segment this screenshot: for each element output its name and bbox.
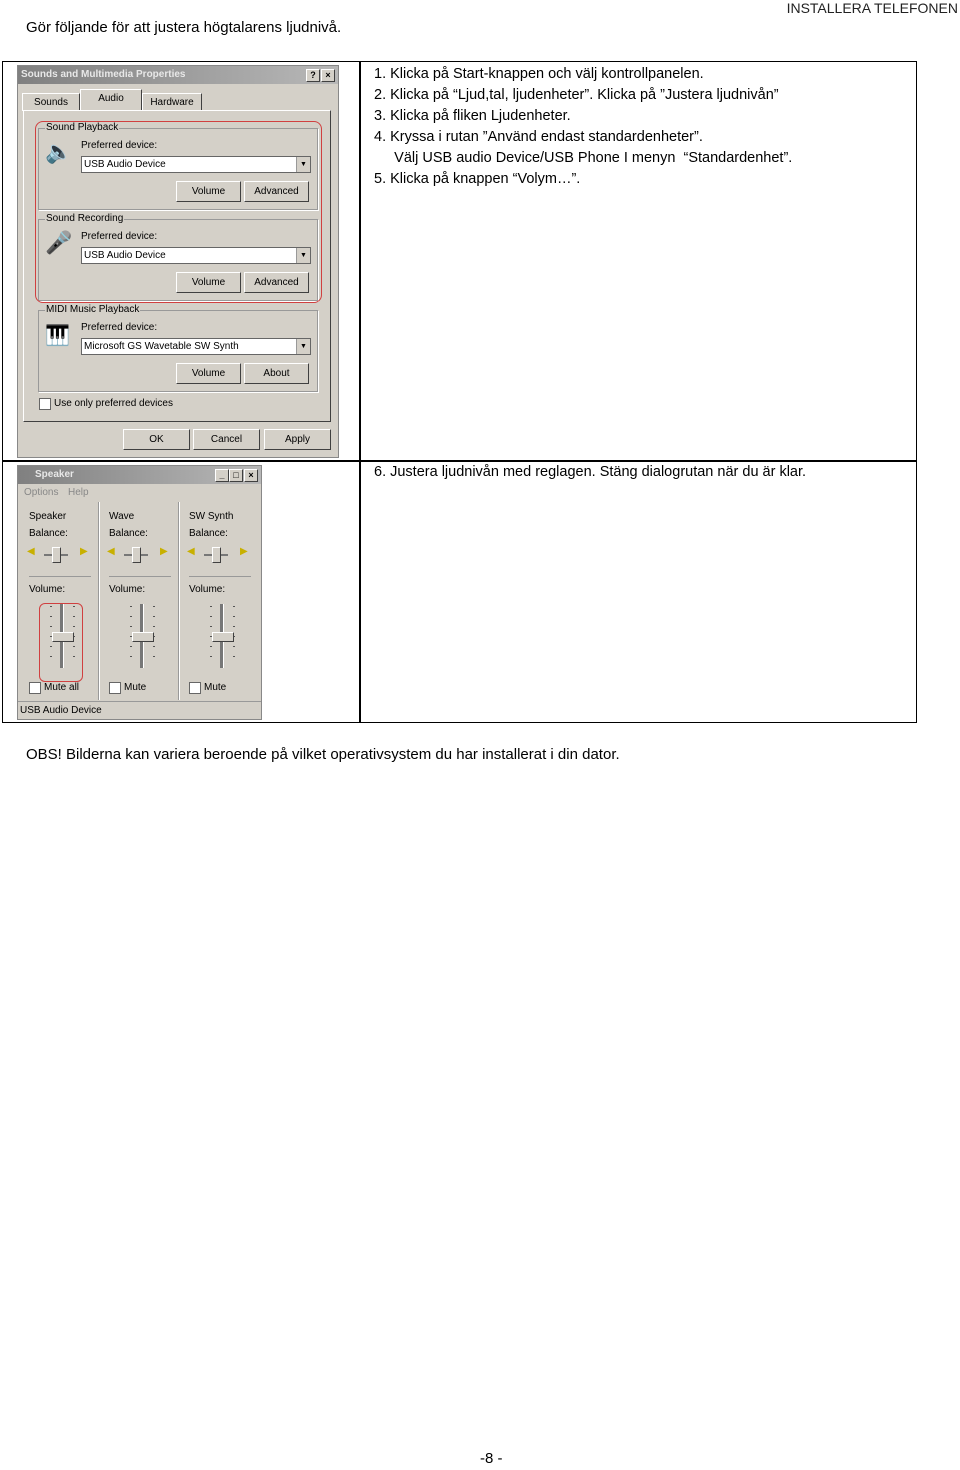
mute-checkbox[interactable] [189, 682, 201, 694]
step: 1. Klicka på Start-knappen och välj kont… [374, 66, 704, 82]
apply-button[interactable]: Apply [264, 429, 331, 450]
title-bar: Sounds and Multimedia Properties ? × [18, 66, 338, 84]
speaker-volume-dialog: Speaker _ □ × Options Help Speaker Balan… [17, 465, 262, 720]
cancel-button[interactable]: Cancel [193, 429, 260, 450]
tab-audio[interactable]: Audio [80, 89, 142, 111]
step: 5. Klicka på knappen “Volym…”. [374, 171, 581, 187]
highlight-box [35, 121, 322, 303]
group-label: MIDI Music Playback [45, 304, 141, 315]
close-button[interactable]: × [244, 469, 258, 482]
midi-device-select[interactable]: Microsoft GS Wavetable SW Synth ▼ [81, 338, 311, 355]
channel-name: Wave [109, 511, 135, 522]
volume-label: Volume: [109, 584, 146, 595]
midi-about-button[interactable]: About [244, 363, 309, 384]
title-bar: Speaker _ □ × [18, 466, 261, 484]
volume-label: Volume: [29, 584, 66, 595]
note-text: OBS! Bilderna kan variera beroende på vi… [26, 746, 620, 763]
minimize-button[interactable]: _ [215, 469, 229, 482]
menu-options[interactable]: Options [24, 487, 58, 498]
channel-name: SW Synth [189, 511, 234, 522]
maximize-button[interactable]: □ [229, 469, 243, 482]
speaker-right-icon: ▶ [80, 546, 88, 557]
mute-checkbox[interactable] [29, 682, 41, 694]
balance-thumb[interactable] [212, 547, 221, 563]
step: Välj USB audio Device/USB Phone I menyn … [374, 150, 793, 166]
channel-name: Speaker [29, 511, 67, 522]
midi-playback-group: MIDI Music Playback 🎹 Preferred device: … [38, 304, 318, 392]
chevron-down-icon: ▼ [296, 339, 310, 354]
step: 6. Justera ljudnivån med reglagen. Stäng… [374, 464, 807, 480]
step: 2. Klicka på “Ljud,tal, ljudenheter”. Kl… [374, 87, 779, 103]
mute-label: Mute [204, 682, 227, 693]
tab-hardware[interactable]: Hardware [142, 93, 202, 111]
highlight-box [39, 603, 83, 682]
balance-label: Balance: [189, 528, 228, 539]
speaker-left-icon: ◀ [107, 546, 115, 557]
divider [359, 61, 361, 723]
speaker-left-icon: ◀ [27, 546, 35, 557]
speaker-right-icon: ▶ [240, 546, 248, 557]
midi-volume-button[interactable]: Volume [176, 363, 241, 384]
volume-thumb[interactable] [132, 632, 154, 642]
status-bar: USB Audio Device [18, 701, 261, 719]
menu-help[interactable]: Help [68, 487, 89, 498]
preferred-devices-checkbox[interactable] [39, 398, 51, 410]
checkbox-label: Use only preferred devices [54, 398, 173, 409]
ok-button[interactable]: OK [123, 429, 190, 450]
page-number: -8 - [480, 1450, 503, 1467]
mixer-channel: SW Synth Balance: ◀ ▶ Volume: Mute [178, 502, 258, 700]
balance-thumb[interactable] [52, 547, 61, 563]
dialog-title: Sounds and Multimedia Properties [21, 69, 186, 80]
balance-label: Balance: [109, 528, 148, 539]
tab-sounds[interactable]: Sounds [22, 93, 80, 111]
sounds-properties-dialog: Sounds and Multimedia Properties ? × Sou… [17, 65, 339, 458]
step: 4. Kryssa i rutan ”Använd endast standar… [374, 129, 703, 145]
step: 3. Klicka på fliken Ljudenheter. [374, 108, 571, 124]
mute-label: Mute all [44, 682, 80, 693]
mute-label: Mute [124, 682, 147, 693]
mute-checkbox[interactable] [109, 682, 121, 694]
volume-label: Volume: [189, 584, 226, 595]
volume-thumb[interactable] [212, 632, 234, 642]
balance-thumb[interactable] [132, 547, 141, 563]
section-title: INSTALLERA TELEFONEN [786, 0, 958, 16]
dialog-title: Speaker [35, 469, 74, 480]
intro-text: Gör följande för att justera högtalarens… [26, 19, 342, 36]
close-button[interactable]: × [321, 69, 335, 82]
label: Preferred device: [81, 322, 158, 333]
balance-label: Balance: [29, 528, 68, 539]
help-button[interactable]: ? [306, 69, 320, 82]
divider [2, 460, 917, 462]
speaker-right-icon: ▶ [160, 546, 168, 557]
speaker-left-icon: ◀ [187, 546, 195, 557]
selected-value: Microsoft GS Wavetable SW Synth [84, 341, 239, 352]
mixer-channel: Wave Balance: ◀ ▶ Volume: Mute [98, 502, 179, 700]
steps-list: 1. Klicka på Start-knappen och välj kont… [374, 64, 792, 190]
midi-keyboard-icon: 🎹 [45, 325, 70, 347]
